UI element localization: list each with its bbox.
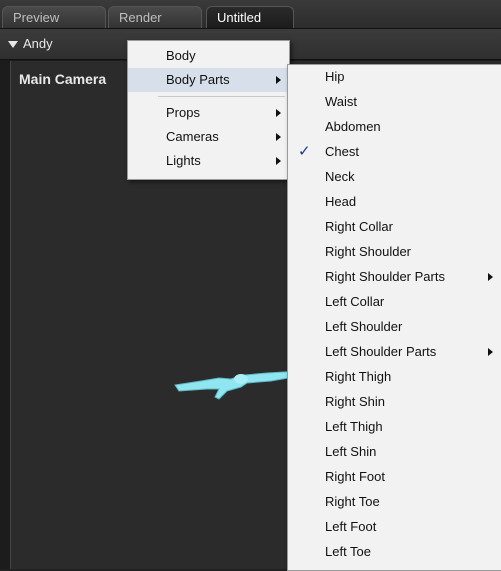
menu-item-neck[interactable]: Neck [288, 165, 501, 189]
menu-item-waist[interactable]: Waist [288, 90, 501, 114]
menu-item-label: Props [166, 105, 200, 120]
menu-item-label: Right Shoulder Parts [325, 269, 445, 284]
menu-item-label: Left Toe [325, 544, 372, 559]
menu-item-label: Right Foot [325, 469, 385, 484]
menu-item-left-thigh[interactable]: Left Thigh [288, 415, 501, 439]
menu-item-label: Left Foot [325, 519, 377, 534]
menu-item-lights[interactable]: Lights [128, 149, 289, 173]
tab-bar: Preview Render Untitled [0, 0, 501, 29]
chevron-right-icon [276, 109, 281, 117]
tab-render[interactable]: Render [108, 6, 202, 28]
body-parts-submenu: Hip Waist Abdomen ✓ Chest Neck Head Right… [287, 64, 501, 571]
menu-item-right-shoulder-parts[interactable]: Right Shoulder Parts [288, 265, 501, 289]
menu-item-props[interactable]: Props [128, 101, 289, 125]
menu-item-label: Right Toe [325, 494, 380, 509]
menu-item-label: Head [325, 194, 357, 209]
menu-item-left-shin[interactable]: Left Shin [288, 440, 501, 464]
tab-untitled[interactable]: Untitled [206, 6, 294, 28]
menu-item-abdomen[interactable]: Abdomen [288, 115, 501, 139]
menu-item-label: Right Thigh [325, 369, 392, 384]
menu-item-chest[interactable]: ✓ Chest [288, 140, 501, 164]
menu-separator [158, 96, 285, 97]
tab-preview-label: Preview [13, 10, 60, 25]
triangle-down-icon [8, 41, 18, 49]
menu-item-label: Cameras [166, 129, 219, 144]
menu-item-label: Hip [325, 69, 345, 84]
chevron-right-icon [488, 273, 493, 281]
menu-item-left-shoulder[interactable]: Left Shoulder [288, 315, 501, 339]
menu-item-label: Lights [166, 153, 201, 168]
menu-item-left-collar[interactable]: Left Collar [288, 290, 501, 314]
checkmark-icon: ✓ [298, 143, 311, 160]
menu-item-label: Left Shoulder Parts [325, 344, 437, 359]
menu-item-label: Body Parts [166, 72, 230, 87]
figure-selector-label: Andy [23, 36, 53, 51]
tab-preview[interactable]: Preview [2, 6, 106, 28]
figure-selector[interactable]: Andy [8, 35, 53, 53]
menu-item-label: Neck [325, 169, 355, 184]
chevron-right-icon [488, 348, 493, 356]
menu-item-right-thigh[interactable]: Right Thigh [288, 365, 501, 389]
menu-item-label: Left Collar [325, 294, 385, 309]
menu-item-body[interactable]: Body [128, 44, 289, 68]
select-menu: Body Body Parts Props Cameras Lights [127, 40, 290, 180]
menu-item-label: Left Shin [325, 444, 377, 459]
menu-item-label: Body [166, 48, 196, 63]
menu-item-right-shoulder[interactable]: Right Shoulder [288, 240, 501, 264]
tab-untitled-label: Untitled [217, 10, 262, 25]
menu-item-label: Left Shoulder [325, 319, 403, 334]
menu-item-label: Abdomen [325, 119, 381, 134]
menu-item-body-parts[interactable]: Body Parts [128, 68, 289, 92]
chevron-right-icon [276, 157, 281, 165]
menu-item-left-shoulder-parts[interactable]: Left Shoulder Parts [288, 340, 501, 364]
menu-item-label: Waist [325, 94, 358, 109]
menu-item-right-toe[interactable]: Right Toe [288, 490, 501, 514]
menu-item-hip[interactable]: Hip [288, 65, 501, 89]
menu-item-cameras[interactable]: Cameras [128, 125, 289, 149]
menu-item-label: Right Shoulder [325, 244, 411, 259]
camera-label[interactable]: Main Camera [19, 71, 106, 87]
tab-render-label: Render [119, 10, 162, 25]
menu-item-right-foot[interactable]: Right Foot [288, 465, 501, 489]
chevron-right-icon [276, 76, 281, 84]
figure-arm[interactable] [171, 361, 306, 401]
menu-item-left-foot[interactable]: Left Foot [288, 515, 501, 539]
menu-item-label: Right Shin [325, 394, 385, 409]
menu-item-head[interactable]: Head [288, 190, 501, 214]
menu-item-label: Right Collar [325, 219, 393, 234]
menu-item-label: Left Thigh [325, 419, 383, 434]
menu-item-label: Chest [325, 144, 359, 159]
menu-item-right-collar[interactable]: Right Collar [288, 215, 501, 239]
menu-item-left-toe[interactable]: Left Toe [288, 540, 501, 564]
chevron-right-icon [276, 133, 281, 141]
menu-item-right-shin[interactable]: Right Shin [288, 390, 501, 414]
